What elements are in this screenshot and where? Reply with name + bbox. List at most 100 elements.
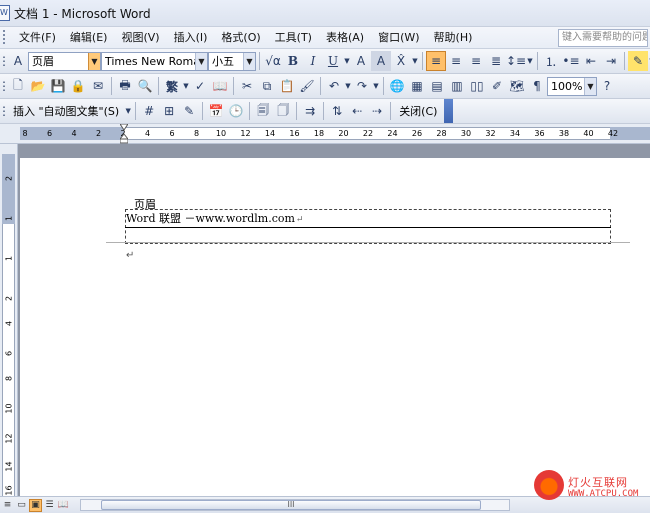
highlight-icon[interactable]: ✎ [628, 51, 648, 71]
menu-grip[interactable] [3, 29, 8, 46]
vertical-ruler[interactable]: 2 1 1 2 4 6 8 10 12 14 16 [0, 144, 18, 496]
save-icon[interactable]: 💾 [48, 76, 68, 96]
menu-window[interactable]: 窗口(W) [371, 28, 426, 48]
chinese-conversion-button[interactable]: 繁 [162, 76, 182, 96]
align-right-icon[interactable]: ≡ [466, 51, 486, 71]
outline-view-icon[interactable]: ☰ [43, 499, 56, 512]
align-justify-icon[interactable]: ≣ [486, 51, 506, 71]
styles-icon[interactable]: A [8, 51, 28, 71]
insert-time-icon[interactable]: 🕒 [226, 101, 246, 121]
research-icon[interactable]: 📖 [210, 76, 230, 96]
chevron-down-icon[interactable]: ▼ [526, 51, 534, 71]
line-spacing-icon[interactable]: ↕≡ [506, 51, 526, 71]
menu-edit[interactable]: 编辑(E) [63, 28, 115, 48]
numbered-list-icon[interactable]: ⒈ [541, 51, 561, 71]
underline-button[interactable]: U [323, 51, 343, 71]
columns-icon[interactable]: ▯▯ [467, 76, 487, 96]
show-next-icon[interactable]: ⇢ [367, 101, 387, 121]
document-page[interactable]: 页眉 Word 联盟 －www.wordlm.com↵ ↵ [20, 158, 650, 496]
header-text[interactable]: Word 联盟 －www.wordlm.com↵ [126, 210, 303, 226]
tables-borders-icon[interactable]: ▦ [407, 76, 427, 96]
switch-header-footer-icon[interactable]: ⇅ [327, 101, 347, 121]
word-doc-icon[interactable]: W [0, 5, 10, 21]
help-search-input[interactable]: 键入需要帮助的问题 [558, 29, 648, 47]
new-document-icon[interactable]: 🗋 [8, 76, 28, 96]
decrease-indent-icon[interactable]: ⇤ [581, 51, 601, 71]
page-setup-icon[interactable]: 🗐 [253, 101, 273, 121]
chevron-down-icon[interactable]: ▼ [343, 51, 351, 71]
chevron-down-icon[interactable]: ▼ [243, 52, 255, 70]
style-select[interactable]: 页眉 ▼ [28, 51, 101, 71]
reading-view-icon[interactable]: 📖 [57, 499, 70, 512]
copy-icon[interactable]: ⧉ [257, 76, 277, 96]
equation-icon[interactable]: √α [263, 51, 283, 71]
format-page-number-icon[interactable]: ✎ [179, 101, 199, 121]
char-border-button[interactable]: A [351, 51, 371, 71]
cut-icon[interactable]: ✂ [237, 76, 257, 96]
chevron-down-icon[interactable]: ▼ [344, 76, 352, 96]
menu-file[interactable]: 文件(F) [12, 28, 63, 48]
insert-page-number-icon[interactable]: # [139, 101, 159, 121]
chevron-down-icon[interactable]: ▼ [195, 52, 207, 70]
horizontal-ruler[interactable]: 8 6 4 2 2 4 6 8 10 12 14 16 18 20 22 24 26 28 30 32 34 36 38 40… [0, 124, 650, 144]
scroll-thumb[interactable]: III [101, 500, 481, 510]
align-center-icon[interactable]: ≡ [446, 51, 466, 71]
toolbar-grip[interactable]: ⋮ [0, 51, 10, 71]
font-size-select[interactable]: 小五 ▼ [208, 51, 256, 71]
permission-icon[interactable]: 🔒 [68, 76, 88, 96]
font-scale-icon[interactable]: X̂ [391, 51, 411, 71]
same-as-previous-icon[interactable]: ⇉ [300, 101, 320, 121]
show-hide-icon[interactable]: ¶ [527, 76, 547, 96]
show-hide-text-icon[interactable]: 🗍 [273, 101, 293, 121]
insert-excel-icon[interactable]: ▥ [447, 76, 467, 96]
menu-format[interactable]: 格式(O) [214, 28, 267, 48]
bullet-list-icon[interactable]: •≡ [561, 51, 581, 71]
toolbar-options-handle[interactable] [444, 99, 454, 123]
web-view-icon[interactable]: ▭ [15, 499, 28, 512]
menu-view[interactable]: 视图(V) [114, 28, 166, 48]
italic-button[interactable]: I [303, 51, 323, 71]
chevron-down-icon[interactable]: ▼ [372, 76, 380, 96]
show-previous-icon[interactable]: ⇠ [347, 101, 367, 121]
drawing-icon[interactable]: ✐ [487, 76, 507, 96]
font-select[interactable]: Times New Roman ▼ [101, 51, 208, 71]
zoom-select[interactable]: 100% ▼ [547, 76, 597, 96]
chevron-down-icon[interactable]: ▼ [88, 52, 100, 70]
menu-tools[interactable]: 工具(T) [268, 28, 319, 48]
body-paragraph-mark[interactable]: ↵ [126, 250, 134, 261]
menu-help[interactable]: 帮助(H) [427, 28, 480, 48]
normal-view-icon[interactable]: ≡ [1, 499, 14, 512]
hyperlink-icon[interactable]: 🌐 [387, 76, 407, 96]
insert-date-icon[interactable]: 📅 [206, 101, 226, 121]
chevron-down-icon[interactable]: ▼ [182, 76, 190, 96]
insert-page-count-icon[interactable]: ⊞ [159, 101, 179, 121]
spelling-icon[interactable]: ✓ [190, 76, 210, 96]
toolbar-grip[interactable]: ⋮ [0, 101, 10, 121]
email-icon[interactable]: ✉ [88, 76, 108, 96]
chevron-down-icon[interactable]: ▼ [124, 101, 132, 121]
toolbar-grip[interactable]: ⋮ [0, 76, 10, 96]
menu-table[interactable]: 表格(A) [319, 28, 371, 48]
print-layout-icon[interactable]: ▣ [29, 498, 42, 512]
print-icon[interactable]: 🖶 [115, 76, 135, 96]
chevron-down-icon[interactable]: ▼ [584, 77, 596, 95]
close-header-footer-button[interactable]: 关闭(C) [394, 101, 442, 121]
increase-indent-icon[interactable]: ⇥ [601, 51, 621, 71]
print-preview-icon[interactable]: 🔍 [135, 76, 155, 96]
indent-marker-icon[interactable] [120, 124, 128, 144]
document-map-icon[interactable]: 🗺 [507, 76, 527, 96]
format-painter-icon[interactable]: 🖌 [297, 76, 317, 96]
open-folder-icon[interactable]: 📂 [28, 76, 48, 96]
menu-insert[interactable]: 插入(I) [167, 28, 215, 48]
paste-icon[interactable]: 📋 [277, 76, 297, 96]
redo-icon[interactable]: ↷ [352, 76, 372, 96]
char-shading-button[interactable]: A [371, 51, 391, 71]
help-icon[interactable]: ? [597, 76, 617, 96]
chevron-down-icon[interactable]: ▼ [411, 51, 419, 71]
insert-table-icon[interactable]: ▤ [427, 76, 447, 96]
bold-button[interactable]: B [283, 51, 303, 71]
align-left-icon[interactable]: ≡ [426, 51, 446, 71]
undo-icon[interactable]: ↶ [324, 76, 344, 96]
insert-autotext-button[interactable]: 插入 "自动图文集"(S) [8, 101, 124, 121]
horizontal-scrollbar[interactable]: III [80, 499, 510, 511]
